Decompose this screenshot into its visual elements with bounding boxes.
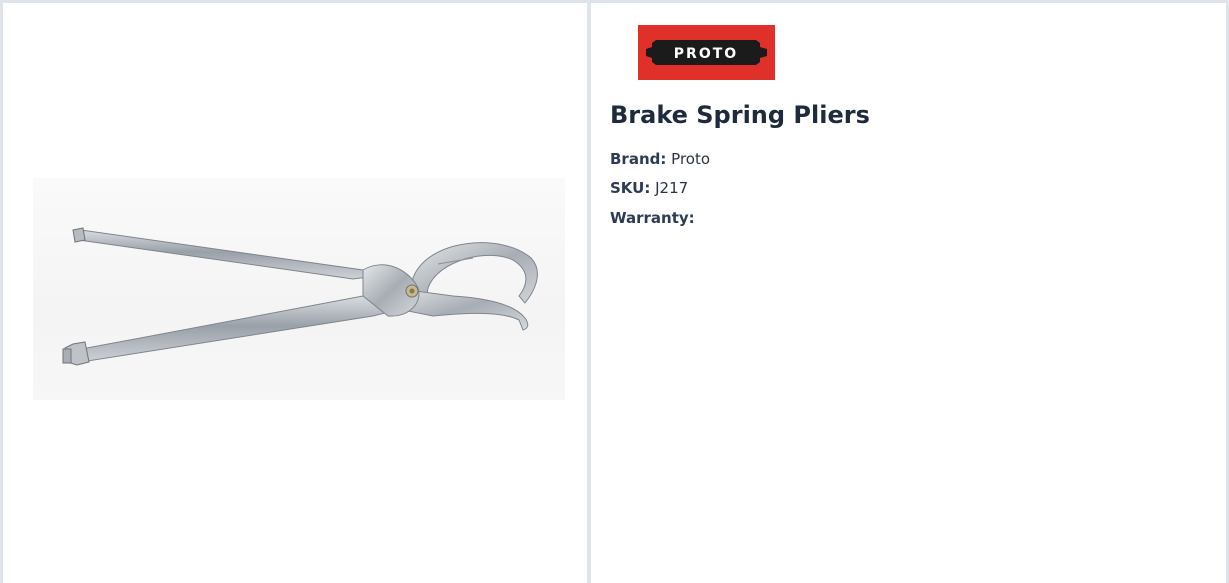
warranty-label: Warranty: xyxy=(610,209,695,227)
sku-label: SKU: xyxy=(610,179,651,197)
proto-logo-mark: PROTO xyxy=(638,25,775,80)
product-photo[interactable] xyxy=(33,178,565,400)
warranty-row: Warranty: xyxy=(610,209,695,227)
proto-logo[interactable]: PROTO xyxy=(638,25,775,80)
brand-row: Brand: Proto xyxy=(610,150,710,168)
brand-label: Brand: xyxy=(610,150,667,168)
product-details-panel: PROTO Brake Spring Pliers Brand: Proto S… xyxy=(591,3,1226,583)
brand-value: Proto xyxy=(671,150,711,168)
sku-row: SKU: J217 xyxy=(610,179,688,197)
sku-value: J217 xyxy=(655,179,689,197)
product-image-panel xyxy=(3,3,587,583)
product-title: Brake Spring Pliers xyxy=(610,101,870,129)
proto-logo-text: PROTO xyxy=(674,46,738,62)
pliers-image xyxy=(62,227,538,366)
